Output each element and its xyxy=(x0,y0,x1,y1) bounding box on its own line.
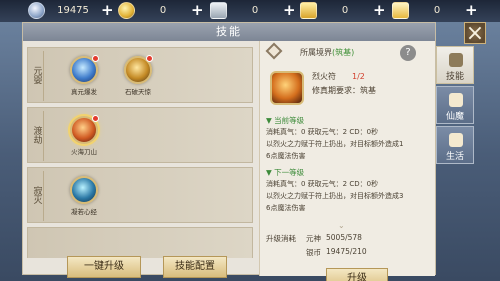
skill-name: 凝若心经 xyxy=(71,208,97,216)
resource-bar: 19475 + 0 + 0 + 0 + 0 + xyxy=(0,0,500,22)
tab-immortal-demon[interactable]: 仙魔 xyxy=(436,86,474,124)
resource-gold: 0 + xyxy=(300,2,386,19)
life-icon xyxy=(449,133,463,147)
skill-tree[interactable]: 元婴 真元爆发 石破天惊 渡劫 火海刀山 寂灭 凝若心经 xyxy=(23,41,257,258)
skill-detail: 所属境界(筑基) ? 烈火符 1/2 修真期要求：筑基 当前等级 消耗真气：0 获… xyxy=(259,41,435,281)
skill-row-partial xyxy=(27,227,253,258)
skill-row: 渡劫 火海刀山 xyxy=(27,107,253,163)
silver-ingot-icon xyxy=(210,2,227,19)
resource-pearl: 19475 + xyxy=(28,2,114,19)
skill-row: 寂灭 凝若心经 xyxy=(27,167,253,223)
skill-name: 真元爆发 xyxy=(71,88,97,96)
resource-gold-2: 0 + xyxy=(392,2,478,19)
side-tabs: 技能 仙魔 生活 xyxy=(436,46,474,166)
cost-value: 5005/578 xyxy=(326,233,362,242)
gold-rune-icon xyxy=(124,55,153,84)
skill-row: 元婴 真元爆发 石破天惊 xyxy=(27,47,253,103)
add-coin-button[interactable]: + xyxy=(191,2,204,19)
skill-name: 石破天惊 xyxy=(125,88,151,96)
row-label: 寂灭 xyxy=(31,186,42,204)
resource-gold-2-value: 0 xyxy=(433,5,441,16)
diamond-icon xyxy=(265,42,283,60)
next-cost-line: 消耗真气：0 获取元气：2 CD：0秒 xyxy=(266,180,379,188)
next-desc-line-1: 以烈火之力赋于符上扔出，对目标额外造成3 xyxy=(266,192,404,200)
add-gold-2-button[interactable]: + xyxy=(465,2,478,19)
resource-gold-value: 0 xyxy=(341,5,349,16)
resource-pearl-value: 19475 xyxy=(57,5,89,16)
upgrade-cost-row: 银币 19475/210 xyxy=(266,247,430,259)
coin-icon xyxy=(118,2,135,19)
current-level-title: 当前等级 xyxy=(266,115,304,126)
upgrade-cost-label: 升级消耗 xyxy=(266,234,296,243)
skill-title: 烈火符 1/2 xyxy=(312,71,365,82)
notification-dot xyxy=(146,55,153,62)
row-label: 元婴 xyxy=(31,66,42,84)
skill-slot[interactable]: 石破天惊 xyxy=(112,55,164,96)
panel-title: 技能 xyxy=(23,23,435,41)
add-pearl-button[interactable]: + xyxy=(101,2,114,19)
current-desc-line-2: 6点魔法伤害 xyxy=(266,152,306,160)
tab-life[interactable]: 生活 xyxy=(436,126,474,164)
skill-config-button[interactable]: 技能配置 xyxy=(163,256,227,278)
resource-coin: 0 + xyxy=(118,2,204,19)
add-silver-button[interactable]: + xyxy=(283,2,296,19)
skill-level: 1/2 xyxy=(352,72,365,81)
realm-value: (筑基) xyxy=(332,48,355,57)
skill-slot[interactable]: 火海刀山 xyxy=(58,115,110,156)
fire-figure-icon xyxy=(70,115,99,144)
chevron-down-icon: ⌄ xyxy=(338,221,345,230)
realm-row: 所属境界(筑基) ? xyxy=(260,41,435,65)
next-level-title: 下一等级 xyxy=(266,167,304,178)
ice-rune-icon xyxy=(70,176,98,204)
row-divider xyxy=(43,111,44,161)
resource-coin-value: 0 xyxy=(159,5,167,16)
cost-key: 元神 xyxy=(306,234,321,243)
add-gold-button[interactable]: + xyxy=(373,2,386,19)
cost-value: 19475/210 xyxy=(326,247,367,256)
pearl-icon xyxy=(28,2,45,19)
skill-slot[interactable]: 真元爆发 xyxy=(58,55,110,96)
next-desc-line-2: 6点魔法伤害 xyxy=(266,204,306,212)
blue-rune-icon xyxy=(70,55,99,84)
row-divider xyxy=(43,51,44,101)
tab-skills[interactable]: 技能 xyxy=(436,46,474,84)
requirement: 修真期要求：筑基 xyxy=(312,86,376,95)
upgrade-cost-row: 升级消耗 元神 5005/578 xyxy=(266,233,430,245)
upgrade-button[interactable]: 升级 xyxy=(326,268,388,281)
gold-ingot-icon xyxy=(392,2,409,19)
gold-ingot-icon xyxy=(300,2,317,19)
resource-silver: 0 + xyxy=(210,2,296,19)
skill-name: 烈火符 xyxy=(312,72,336,81)
skill-slot[interactable]: 凝若心经 xyxy=(58,176,110,216)
realm-label-text: 所属境界 xyxy=(300,48,332,57)
close-icon[interactable]: × xyxy=(464,22,486,45)
current-cost-line: 消耗真气：0 获取元气：2 CD：0秒 xyxy=(266,128,379,136)
left-actions: 一键升级 技能配置 xyxy=(23,256,257,278)
resource-silver-value: 0 xyxy=(251,5,259,16)
help-icon[interactable]: ? xyxy=(400,45,416,61)
fire-talisman-icon xyxy=(270,71,304,105)
cost-key: 银币 xyxy=(306,248,321,257)
skill-book-icon xyxy=(449,53,463,67)
tab-label: 仙魔 xyxy=(445,112,464,122)
row-label: 渡劫 xyxy=(31,126,42,144)
current-desc-line-1: 以烈火之力赋于符上扔出，对目标额外造成1 xyxy=(266,140,404,148)
immortal-demon-icon xyxy=(449,93,463,107)
one-click-upgrade-button[interactable]: 一键升级 xyxy=(67,256,141,278)
row-divider xyxy=(43,171,44,221)
skill-name: 火海刀山 xyxy=(71,148,97,156)
skills-panel: 技能 元婴 真元爆发 石破天惊 渡劫 火海刀山 寂灭 凝若心经 一键升级 技能配… xyxy=(22,22,436,281)
tab-label: 技能 xyxy=(445,72,464,82)
tab-label: 生活 xyxy=(445,152,464,162)
realm-label: 所属境界(筑基) xyxy=(300,47,354,58)
notification-dot xyxy=(92,55,99,62)
notification-dot xyxy=(92,115,99,122)
